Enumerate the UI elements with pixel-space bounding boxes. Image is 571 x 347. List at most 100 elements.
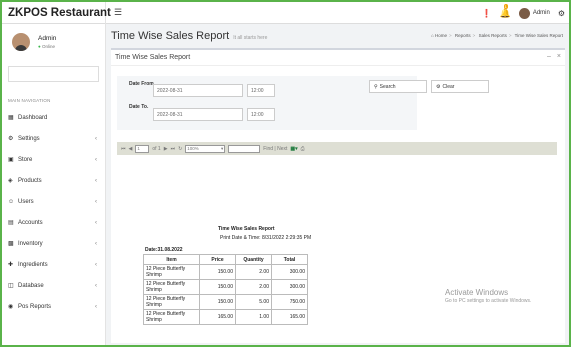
- windows-activation-watermark: Activate Windows Go to PC settings to ac…: [445, 288, 531, 304]
- cell-quantity: 2.00: [235, 279, 272, 295]
- cell-price: 150.00: [199, 294, 236, 310]
- cell-total: 750.00: [271, 294, 308, 310]
- circle-icon: ◉: [8, 304, 14, 310]
- page-subtitle: It all starts here: [233, 34, 268, 41]
- sidebar-item-dashboard[interactable]: ▦ Dashboard: [2, 107, 105, 128]
- page-number-input[interactable]: 1: [135, 144, 150, 153]
- sidebar-item-settings[interactable]: ⚙ Settings ‹: [2, 128, 105, 149]
- cube-icon: ◈: [8, 178, 13, 184]
- first-page-icon[interactable]: ⏮: [121, 146, 126, 152]
- cell-item: 12 Piece Butterfly Shrimp: [143, 264, 200, 280]
- sidebar-item-database[interactable]: ◫ Database ‹: [2, 275, 105, 296]
- avatar: [518, 7, 530, 19]
- clear-button-label: Clear: [442, 83, 455, 90]
- time-to-input[interactable]: 12:00: [247, 108, 275, 121]
- chevron-left-icon: ‹: [95, 261, 97, 268]
- sidebar-item-ingredients[interactable]: ✚ Ingredients ‹: [2, 254, 105, 275]
- menu-toggle-icon[interactable]: ☰: [114, 7, 122, 18]
- sidebar-item-label: Settings: [18, 135, 40, 142]
- last-page-icon[interactable]: ⏭: [171, 146, 176, 152]
- table-header-row: Item Price Quantity Total: [143, 254, 308, 265]
- top-bar: ZKPOS Restaurant ☰ ❗ 🔔 1 Admin ⚙: [2, 1, 569, 24]
- app-brand[interactable]: ZKPOS Restaurant: [2, 1, 111, 24]
- report-title: Time Wise Sales Report: [218, 226, 275, 232]
- cell-quantity: 1.00: [235, 309, 272, 325]
- col-quantity: Quantity: [235, 254, 272, 265]
- date-from-label: Date From.: [129, 81, 156, 87]
- online-dot-icon: ●: [38, 44, 41, 49]
- report-table: Item Price Quantity Total 12 Piece Butte…: [143, 254, 308, 325]
- chevron-down-icon: ▾: [221, 145, 224, 151]
- breadcrumb: ⌂ Home > Reports > Sales Reports > Time Wis…: [430, 33, 563, 38]
- breadcrumb-home[interactable]: Home: [435, 33, 447, 38]
- chevron-left-icon: ‹: [95, 282, 97, 289]
- user-menu[interactable]: Admin: [518, 7, 550, 19]
- box-title: Time Wise Sales Report: [111, 50, 565, 66]
- sidebar-item-label: Accounts: [18, 219, 43, 226]
- cell-quantity: 5.00: [235, 294, 272, 310]
- next-page-icon[interactable]: ▶: [164, 146, 168, 152]
- sidebar-item-label: Dashboard: [18, 114, 48, 121]
- info-icon[interactable]: ❗: [482, 9, 492, 18]
- collapse-icon[interactable]: –: [547, 53, 551, 60]
- time-from-input[interactable]: 12:00: [247, 84, 275, 97]
- sidebar: Admin ● Online MAIN NAVIGATION ▦ Dashboa…: [2, 24, 106, 345]
- search-icon: ⚲: [374, 83, 378, 90]
- user-menu-name: Admin: [532, 10, 550, 16]
- page-title: Time Wise Sales Report: [111, 30, 230, 42]
- table-row: 12 Piece Butterfly Shrimp 150.00 2.00 30…: [143, 264, 308, 280]
- user-status-text: Online: [41, 44, 55, 49]
- sidebar-item-store[interactable]: ▣ Store ‹: [2, 149, 105, 170]
- cell-item: 12 Piece Butterfly Shrimp: [143, 279, 200, 295]
- zoom-select[interactable]: 100% ▾: [185, 144, 226, 153]
- settings-gear-icon[interactable]: ⚙: [558, 9, 565, 18]
- plus-icon: ✚: [8, 262, 14, 268]
- chevron-left-icon: ‹: [95, 240, 97, 247]
- watermark-title: Activate Windows: [445, 288, 509, 297]
- date-from-input[interactable]: 2022-08-31: [153, 84, 243, 97]
- cell-total: 165.00: [271, 309, 308, 325]
- user-icon: ☺: [8, 198, 15, 205]
- breadcrumb-sales-reports[interactable]: Sales Reports: [479, 33, 507, 38]
- chevron-left-icon: ‹: [95, 219, 97, 226]
- avatar: [12, 33, 30, 51]
- sidebar-item-users[interactable]: ☺ Users ‹: [2, 191, 105, 212]
- find-next-link[interactable]: Find | Next: [263, 146, 287, 152]
- notifications-bell-icon[interactable]: 🔔 1: [500, 3, 511, 19]
- home-icon: ⌂: [430, 33, 434, 38]
- search-button-label: Search: [379, 83, 396, 90]
- notification-count-badge: 1: [503, 3, 508, 9]
- close-icon[interactable]: ×: [557, 53, 561, 60]
- cell-price: 150.00: [199, 279, 236, 295]
- find-input[interactable]: [228, 144, 261, 153]
- cell-quantity: 2.00: [235, 264, 272, 280]
- export-icon[interactable]: ▦▾: [290, 146, 297, 152]
- search-button[interactable]: ⚲ Search: [369, 80, 427, 93]
- chevron-left-icon: ‹: [95, 135, 97, 142]
- cell-item: 12 Piece Butterfly Shrimp: [143, 309, 200, 325]
- sidebar-item-accounts[interactable]: ▤ Accounts ‹: [2, 212, 105, 233]
- zoom-value: 100%: [187, 146, 199, 151]
- refresh-icon[interactable]: ↻: [178, 146, 182, 152]
- prev-page-icon[interactable]: ◀: [129, 146, 133, 152]
- date-to-label: Date To.: [129, 104, 149, 110]
- print-icon[interactable]: ⎙: [301, 146, 305, 152]
- breadcrumb-current: Time Wise Sales Report: [514, 33, 563, 38]
- page-count: of 1: [152, 145, 161, 152]
- clear-button[interactable]: ⚙ Clear: [431, 80, 489, 93]
- box-tools: – ×: [547, 53, 561, 60]
- sidebar-item-label: Products: [18, 177, 42, 184]
- sidebar-item-pos-reports[interactable]: ◉ Pos Reports ‹: [2, 296, 105, 317]
- cell-price: 165.00: [199, 309, 236, 325]
- col-item: Item: [143, 254, 200, 265]
- sidebar-item-products[interactable]: ◈ Products ‹: [2, 170, 105, 191]
- breadcrumb-reports[interactable]: Reports: [455, 33, 471, 38]
- sidebar-item-inventory[interactable]: ▩ Inventory ‹: [2, 233, 105, 254]
- col-price: Price: [199, 254, 236, 265]
- table-row: 12 Piece Butterfly Shrimp 150.00 5.00 75…: [143, 294, 308, 310]
- gear-icon: ⚙: [8, 136, 14, 142]
- table-row: 12 Piece Butterfly Shrimp 150.00 2.00 30…: [143, 279, 308, 295]
- sidebar-search-input[interactable]: [8, 66, 99, 82]
- date-to-input[interactable]: 2022-08-31: [153, 108, 243, 121]
- cell-total: 300.00: [271, 264, 308, 280]
